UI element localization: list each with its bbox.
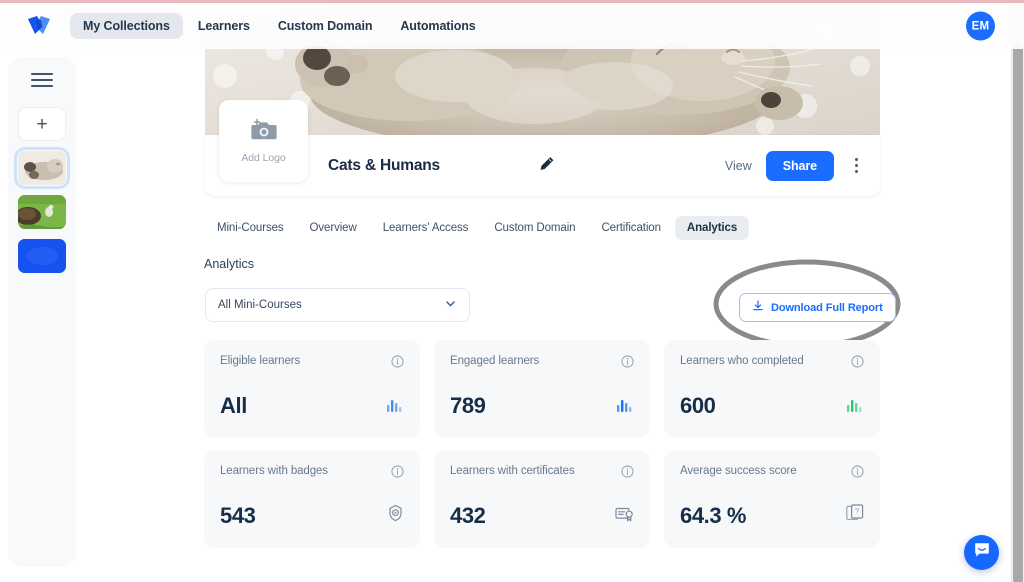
chevron-down-icon	[444, 297, 457, 313]
info-icon[interactable]	[391, 465, 404, 483]
stat-card-learners-completed: Learners who completed 600	[664, 340, 880, 438]
tab-overview[interactable]: Overview	[298, 216, 369, 240]
chat-bubble-icon	[973, 541, 991, 564]
brand-logo-icon[interactable]	[26, 14, 52, 38]
stat-value: 432	[450, 503, 486, 529]
collection-title: Cats & Humans	[328, 157, 440, 175]
page-scrollbar-thumb[interactable]	[1013, 43, 1023, 582]
top-header: My Collections Learners Custom Domain Au…	[0, 3, 1024, 49]
stat-label: Engaged learners	[450, 355, 539, 367]
mini-course-filter-value: All Mini-Courses	[218, 299, 302, 311]
download-full-report-button[interactable]: Download Full Report	[739, 293, 896, 322]
chat-launcher-button[interactable]	[964, 535, 999, 570]
analytics-heading: Analytics	[204, 257, 254, 271]
tab-learners-access[interactable]: Learners' Access	[371, 216, 481, 240]
mini-course-filter-select[interactable]: All Mini-Courses	[205, 288, 470, 322]
kebab-menu-icon[interactable]	[848, 157, 864, 175]
tab-custom-domain[interactable]: Custom Domain	[482, 216, 587, 240]
app-root: My Collections Learners Custom Domain Au…	[0, 0, 1024, 582]
stat-label: Learners with certificates	[450, 465, 575, 477]
info-icon[interactable]	[621, 465, 634, 483]
analytics-stat-grid: Eligible learners All Engaged learners	[204, 340, 880, 548]
badge-icon	[387, 504, 404, 527]
collection-tabs: Mini-Courses Overview Learners' Access C…	[205, 216, 749, 240]
stat-card-engaged-learners: Engaged learners 789	[434, 340, 650, 438]
download-report-wrapper: Download Full Report	[739, 293, 896, 322]
camera-plus-icon	[251, 118, 277, 145]
nav-item-custom-domain[interactable]: Custom Domain	[265, 13, 386, 39]
add-logo-button[interactable]: Add Logo	[219, 100, 308, 182]
stat-label: Learners with badges	[220, 465, 328, 477]
stat-card-average-success-score: Average success score 64.3 % ?	[664, 450, 880, 548]
pencil-icon[interactable]	[539, 155, 555, 176]
info-icon[interactable]	[851, 465, 864, 483]
download-full-report-label: Download Full Report	[771, 302, 883, 314]
nav-item-my-collections[interactable]: My Collections	[70, 13, 183, 39]
collection-thumb-cat[interactable]	[18, 151, 66, 185]
stat-value: All	[220, 393, 247, 419]
info-icon[interactable]	[621, 355, 634, 373]
tab-analytics[interactable]: Analytics	[675, 216, 749, 240]
bar-chart-icon	[386, 396, 404, 417]
stat-value: 600	[680, 393, 716, 419]
stat-value: 789	[450, 393, 486, 419]
stat-label: Eligible learners	[220, 355, 300, 367]
stat-label: Learners who completed	[680, 355, 804, 367]
nav-item-automations[interactable]: Automations	[387, 13, 488, 39]
bar-chart-icon	[616, 396, 634, 417]
stat-card-eligible-learners: Eligible learners All	[204, 340, 420, 438]
bar-chart-icon	[846, 396, 864, 417]
collection-thumb-tortoise[interactable]	[18, 195, 66, 229]
tab-certification[interactable]: Certification	[589, 216, 672, 240]
stat-value: 543	[220, 503, 256, 529]
tab-mini-courses[interactable]: Mini-Courses	[205, 216, 296, 240]
add-logo-label: Add Logo	[241, 152, 285, 164]
stat-value: 64.3 %	[680, 503, 746, 529]
main-nav: My Collections Learners Custom Domain Au…	[70, 13, 489, 39]
download-icon	[752, 300, 764, 315]
add-collection-button[interactable]: +	[18, 107, 66, 141]
stat-card-learners-badges: Learners with badges 543	[204, 450, 420, 548]
stat-card-learners-certificates: Learners with certificates 432	[434, 450, 650, 548]
nav-item-learners[interactable]: Learners	[185, 13, 263, 39]
svg-text:?: ?	[855, 507, 859, 516]
user-avatar[interactable]: EM	[966, 12, 995, 41]
quiz-cards-icon: ?	[846, 504, 864, 527]
share-button[interactable]: Share	[766, 151, 834, 181]
hamburger-icon[interactable]	[31, 71, 53, 87]
info-icon[interactable]	[851, 355, 864, 373]
view-link[interactable]: View	[725, 159, 752, 173]
left-sidebar: +	[8, 57, 76, 567]
page-scrollbar-track[interactable]	[1011, 3, 1024, 582]
stat-label: Average success score	[680, 465, 797, 477]
info-icon[interactable]	[391, 355, 404, 373]
collection-thumb-blue[interactable]	[18, 239, 66, 273]
certificate-icon	[615, 506, 634, 527]
